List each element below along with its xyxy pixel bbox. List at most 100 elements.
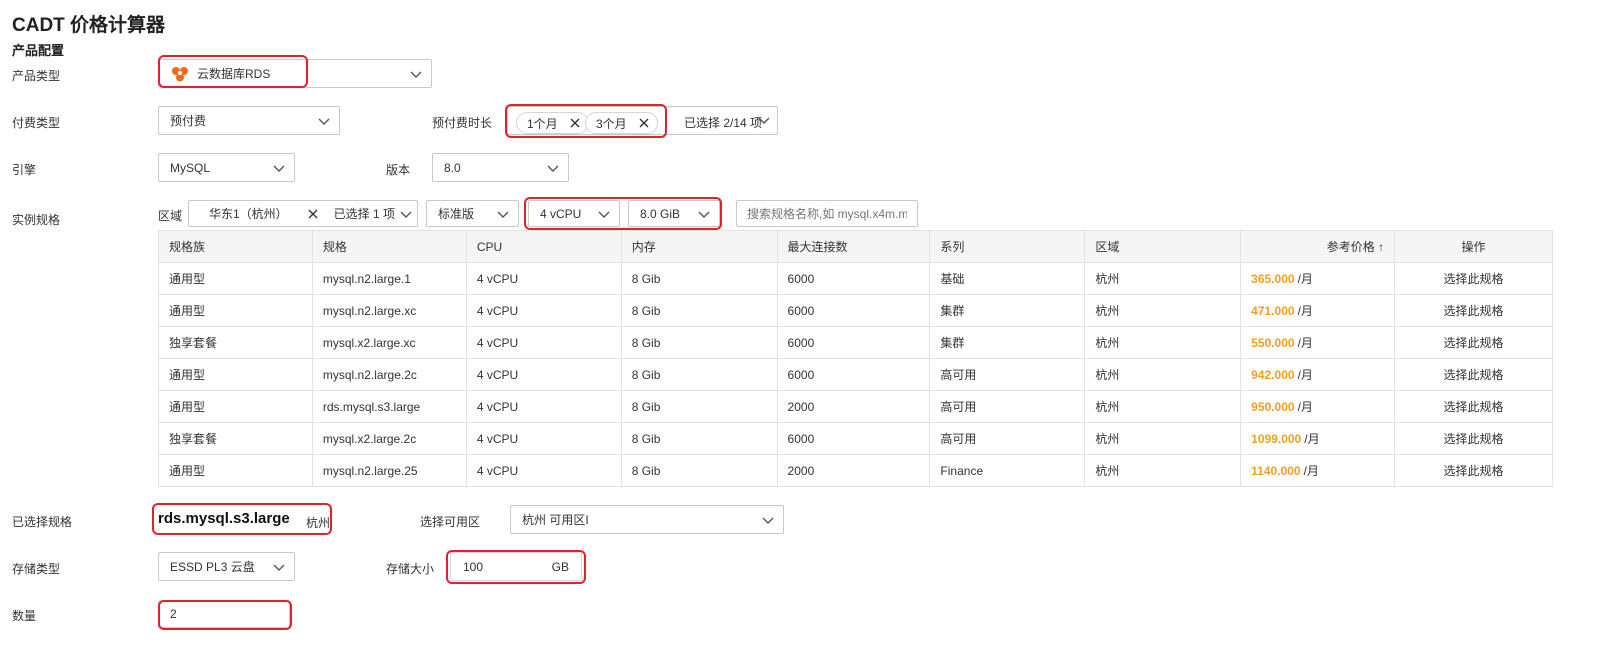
zone-select[interactable]: 杭州 可用区I	[510, 505, 784, 534]
col-header-cpu: CPU	[465, 230, 622, 263]
cell-memory: 8 Gib	[620, 454, 778, 487]
cell-family: 独享套餐	[158, 422, 313, 455]
edition-value: 标准版	[438, 207, 475, 221]
cell-cpu: 4 vCPU	[465, 294, 622, 327]
version-select[interactable]: 8.0	[432, 153, 569, 182]
cell-memory: 8 Gib	[620, 326, 778, 359]
table-row: 独享套餐 mysql.x2.large.xc 4 vCPU 8 Gib 6000 集群 杭州…	[158, 326, 1553, 359]
cell-cpu: 4 vCPU	[465, 262, 622, 295]
memory-select[interactable]: 8.0 GiB	[628, 200, 720, 227]
section-title: 产品配置	[12, 43, 65, 58]
duration-tag-2[interactable]: 3个月	[585, 112, 658, 134]
select-spec-link[interactable]: 选择此规格	[1394, 358, 1553, 391]
duration-tag-label: 1个月	[527, 116, 558, 131]
storage-size-label: 存储大小	[386, 562, 435, 576]
selected-spec-label: 已选择规格	[12, 515, 73, 529]
cell-memory: 8 Gib	[620, 358, 778, 391]
cell-spec: mysql.x2.large.xc	[311, 326, 467, 359]
close-icon[interactable]	[570, 118, 580, 128]
price-value: 550.000	[1251, 336, 1295, 350]
chevron-down-icon	[497, 211, 509, 218]
table-row: 独享套餐 mysql.x2.large.2c 4 vCPU 8 Gib 6000 高可用杭…	[158, 422, 1553, 455]
table-row: 通用型 mysql.n2.large.25 4 vCPU 8 Gib 2000 Finan…	[158, 454, 1553, 487]
cell-family: 通用型	[158, 294, 313, 327]
product-type-label: 产品类型	[12, 69, 61, 83]
table-header-row: 规格族 规格 CPU 内存 最大连接数 系列 区域 参考价格 ↑ 操作	[158, 230, 1553, 263]
zone-label: 选择可用区	[420, 515, 481, 529]
price-value: 942.000	[1251, 368, 1295, 382]
price-unit: /月	[1297, 400, 1313, 414]
cpu-select[interactable]: 4 vCPU	[528, 200, 620, 227]
price-unit: /月	[1303, 464, 1319, 478]
cell-family: 独享套餐	[158, 326, 313, 359]
cell-memory: 8 Gib	[620, 422, 778, 455]
product-type-select[interactable]: 云数据库RDS	[158, 59, 432, 88]
cell-price: 365.000/月	[1240, 262, 1396, 295]
cell-max-connections: 6000	[776, 358, 931, 391]
engine-select[interactable]: MySQL	[158, 153, 295, 182]
select-spec-link[interactable]: 选择此规格	[1394, 454, 1553, 487]
cell-series: 高可用	[929, 422, 1086, 455]
select-spec-link[interactable]: 选择此规格	[1394, 326, 1553, 359]
select-spec-link[interactable]: 选择此规格	[1394, 294, 1553, 327]
cell-region: 杭州	[1084, 390, 1242, 423]
quantity-value: 2	[170, 607, 177, 621]
region-label: 区域	[158, 209, 183, 223]
chevron-down-icon	[698, 211, 710, 218]
quantity-label: 数量	[12, 609, 37, 623]
storage-size-input[interactable]: 100 GB	[450, 552, 582, 581]
rds-product-icon	[171, 66, 189, 82]
cell-family: 通用型	[158, 262, 313, 295]
cell-price: 471.000/月	[1240, 294, 1396, 327]
quantity-input[interactable]: 2	[158, 600, 290, 628]
spec-search-input[interactable]	[736, 200, 918, 227]
cell-cpu: 4 vCPU	[465, 422, 622, 455]
cell-family: 通用型	[158, 390, 313, 423]
cell-spec: mysql.n2.large.25	[311, 454, 467, 487]
engine-label: 引擎	[12, 163, 37, 177]
cell-region: 杭州	[1084, 262, 1242, 295]
duration-tag-1[interactable]: 1个月	[516, 112, 589, 134]
cell-family: 通用型	[158, 454, 313, 487]
price-value: 1099.000	[1251, 432, 1302, 446]
cell-spec: mysql.n2.large.xc	[311, 294, 467, 327]
region-summary: 已选择 1 项	[333, 207, 395, 221]
cell-cpu: 4 vCPU	[465, 454, 622, 487]
version-label: 版本	[386, 163, 411, 177]
cell-region: 杭州	[1084, 358, 1242, 391]
col-header-memory: 内存	[620, 230, 778, 263]
select-spec-link[interactable]: 选择此规格	[1394, 422, 1553, 455]
close-icon[interactable]	[639, 118, 649, 128]
cell-series: Finance	[929, 454, 1086, 487]
close-icon[interactable]	[308, 209, 318, 219]
edition-select[interactable]: 标准版	[426, 200, 519, 227]
select-spec-link[interactable]: 选择此规格	[1394, 262, 1553, 295]
region-tag: 华东1（杭州）	[209, 207, 288, 221]
cell-max-connections: 6000	[776, 294, 931, 327]
chevron-down-icon	[598, 211, 610, 218]
duration-summary: 已选择 2/14 项	[684, 116, 763, 130]
col-header-series: 系列	[929, 230, 1086, 263]
cell-region: 杭州	[1084, 454, 1242, 487]
storage-type-select[interactable]: ESSD PL3 云盘	[158, 552, 295, 581]
cell-spec: mysql.n2.large.1	[311, 262, 467, 295]
cell-memory: 8 Gib	[620, 294, 778, 327]
cell-max-connections: 6000	[776, 326, 931, 359]
product-type-value: 云数据库RDS	[197, 67, 271, 81]
payment-type-select[interactable]: 预付费	[158, 106, 340, 135]
region-multiselect[interactable]: 华东1（杭州） 已选择 1 项	[188, 200, 418, 227]
chevron-down-icon	[410, 71, 422, 78]
engine-value: MySQL	[170, 160, 211, 175]
cell-price: 942.000/月	[1240, 358, 1396, 391]
col-header-family: 规格族	[158, 230, 313, 263]
chevron-down-icon	[547, 165, 559, 172]
col-header-spec: 规格	[311, 230, 467, 263]
duration-tag-label: 3个月	[596, 116, 627, 131]
storage-type-label: 存储类型	[12, 562, 61, 576]
cell-region: 杭州	[1084, 422, 1242, 455]
chevron-down-icon	[400, 211, 412, 218]
cell-series: 基础	[929, 262, 1086, 295]
col-header-price-sortable[interactable]: 参考价格 ↑	[1240, 230, 1396, 263]
cell-cpu: 4 vCPU	[465, 358, 622, 391]
select-spec-link[interactable]: 选择此规格	[1394, 390, 1553, 423]
